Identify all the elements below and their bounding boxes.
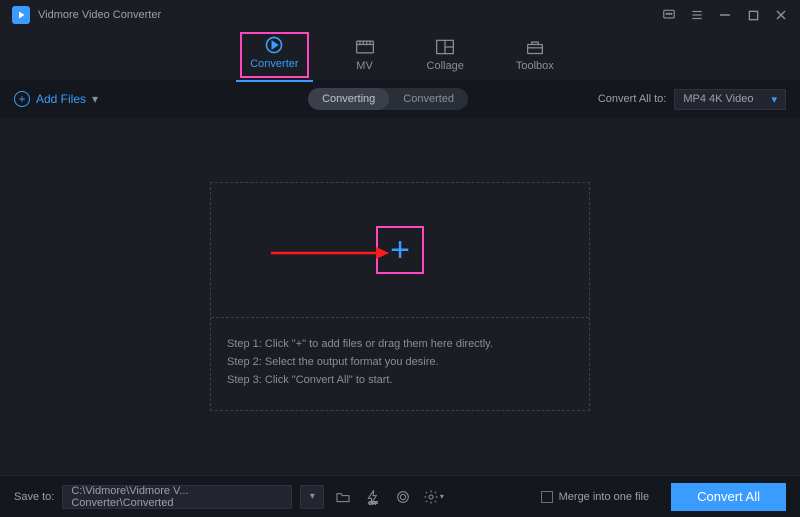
save-to-label: Save to: bbox=[14, 491, 54, 503]
tab-mv[interactable]: MV bbox=[349, 36, 381, 74]
mv-icon bbox=[355, 38, 375, 56]
workspace: + Step 1: Click "+" to add files or drag… bbox=[0, 118, 800, 475]
main-tabs: Converter MV Collage Toolbox bbox=[0, 30, 800, 80]
segment-converted[interactable]: Converted bbox=[389, 88, 468, 110]
output-format-dropdown[interactable]: MP4 4K Video ▾ bbox=[674, 89, 786, 110]
checkbox-icon bbox=[541, 491, 553, 503]
step-2-text: Step 2: Select the output format you des… bbox=[227, 356, 573, 368]
settings-icon[interactable]: ▾ bbox=[422, 486, 444, 508]
chevron-down-icon: ▾ bbox=[771, 93, 777, 106]
menu-icon[interactable] bbox=[690, 8, 704, 22]
dropzone-top: + bbox=[211, 183, 589, 318]
convert-all-to: Convert All to: MP4 4K Video ▾ bbox=[598, 89, 786, 110]
tab-converter[interactable]: Converter bbox=[240, 32, 308, 78]
convert-all-button[interactable]: Convert All bbox=[671, 483, 786, 511]
merge-label: Merge into one file bbox=[559, 491, 650, 503]
minimize-icon[interactable] bbox=[718, 8, 732, 22]
app-title: Vidmore Video Converter bbox=[38, 9, 662, 21]
add-files-label: Add Files bbox=[36, 92, 86, 106]
feedback-icon[interactable] bbox=[662, 8, 676, 22]
save-path-text: C:\Vidmore\Vidmore V... Converter\Conver… bbox=[71, 485, 283, 509]
convert-all-to-label: Convert All to: bbox=[598, 93, 666, 105]
collage-icon bbox=[435, 38, 455, 56]
svg-text:OFF: OFF bbox=[369, 500, 378, 505]
window-controls bbox=[662, 8, 788, 22]
titlebar: Vidmore Video Converter bbox=[0, 0, 800, 30]
plus-circle-icon: + bbox=[14, 91, 30, 107]
save-path-dropdown[interactable]: ▾ bbox=[300, 485, 324, 509]
tab-label: Converter bbox=[250, 58, 298, 70]
dropzone[interactable]: + Step 1: Click "+" to add files or drag… bbox=[210, 182, 590, 411]
footer: Save to: C:\Vidmore\Vidmore V... Convert… bbox=[0, 475, 800, 517]
tab-collage[interactable]: Collage bbox=[421, 36, 470, 74]
step-1-text: Step 1: Click "+" to add files or drag t… bbox=[227, 338, 573, 350]
arrow-annotation bbox=[271, 243, 391, 263]
segment-converting[interactable]: Converting bbox=[308, 88, 389, 110]
maximize-icon[interactable] bbox=[746, 8, 760, 22]
hardware-accel-icon[interactable]: OFF bbox=[362, 486, 384, 508]
tab-label: Collage bbox=[427, 60, 464, 72]
merge-checkbox[interactable]: Merge into one file bbox=[541, 491, 650, 503]
save-path-field[interactable]: C:\Vidmore\Vidmore V... Converter\Conver… bbox=[62, 485, 292, 509]
add-files-button[interactable]: + Add Files ▾ bbox=[14, 91, 98, 107]
plus-icon: + bbox=[390, 233, 410, 267]
dropzone-steps: Step 1: Click "+" to add files or drag t… bbox=[211, 318, 589, 410]
close-icon[interactable] bbox=[774, 8, 788, 22]
app-logo bbox=[12, 6, 30, 24]
tab-toolbox[interactable]: Toolbox bbox=[510, 36, 560, 74]
status-segment: Converting Converted bbox=[308, 88, 468, 110]
tab-label: MV bbox=[356, 60, 373, 72]
open-folder-icon[interactable] bbox=[332, 486, 354, 508]
format-selected: MP4 4K Video bbox=[683, 93, 753, 105]
toolbar: + Add Files ▾ Converting Converted Conve… bbox=[0, 80, 800, 118]
chevron-down-icon: ▾ bbox=[92, 92, 98, 106]
task-schedule-icon[interactable] bbox=[392, 486, 414, 508]
tab-label: Toolbox bbox=[516, 60, 554, 72]
toolbox-icon bbox=[525, 38, 545, 56]
converter-icon bbox=[264, 36, 284, 54]
step-3-text: Step 3: Click "Convert All" to start. bbox=[227, 374, 573, 386]
